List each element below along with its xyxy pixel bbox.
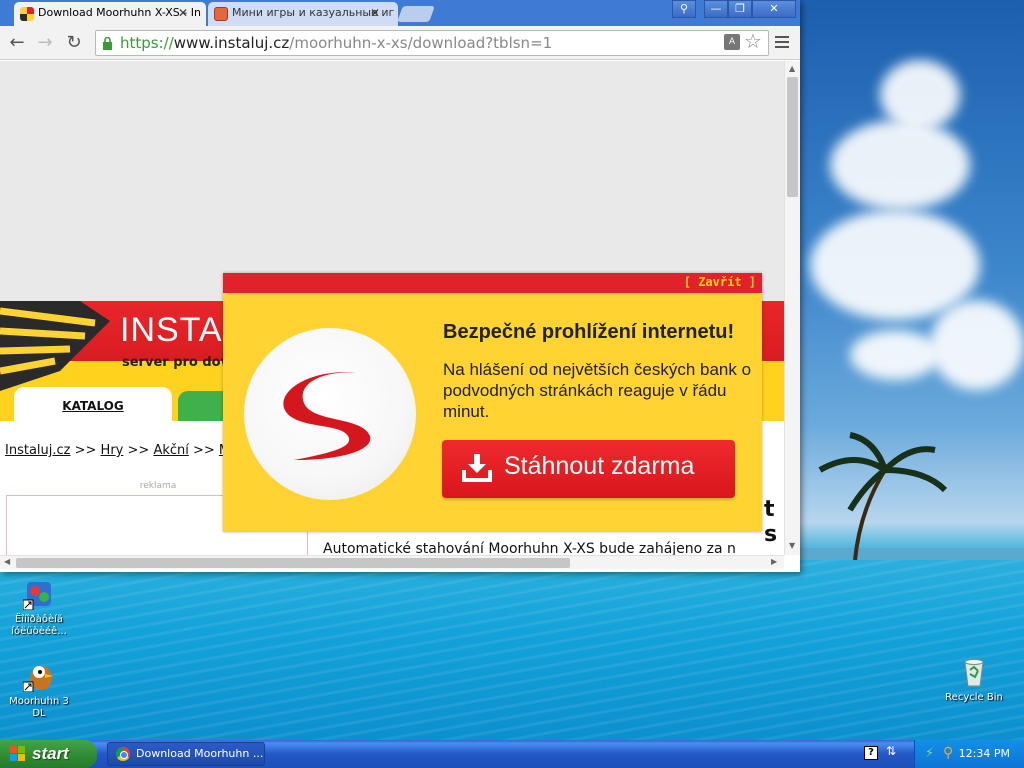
breadcrumb-link[interactable]: Hry (101, 443, 124, 458)
taskbar: start Download Moorhuhn ... ? ⇅ ⚡ ⚲ 12:3… (0, 740, 1024, 768)
close-tab-icon[interactable]: ✕ (178, 2, 188, 24)
reload-button[interactable]: ↻ (63, 32, 85, 54)
page-viewport: INSTALUJ server pro dow KATALOG Instaluj… (0, 61, 784, 555)
tab-strip: Download Moorhuhn X-XS - In ✕ Мини игры … (0, 0, 800, 26)
translate-icon[interactable]: A (724, 34, 740, 50)
s-logo-icon (244, 328, 416, 500)
cloud (810, 210, 980, 320)
taskbar-task-chrome[interactable]: Download Moorhuhn ... (107, 742, 265, 766)
chrome-icon (116, 747, 130, 761)
url-host: www.instaluj.cz (173, 34, 290, 52)
horizontal-scroll-thumb[interactable] (16, 558, 570, 568)
forward-button[interactable]: → (34, 32, 56, 54)
cloud (850, 330, 940, 380)
download-free-button[interactable]: Stáhnout zdarma (442, 440, 735, 498)
breadcrumb: Instaluj.cz >> Hry >> Akční >> M (5, 443, 230, 458)
taskbar-task-title: Download Moorhuhn ... (136, 747, 264, 760)
instaluj-logo-icon (0, 301, 110, 391)
vertical-scrollbar[interactable]: ▲ ▼ (784, 61, 800, 555)
desktop-icon-label: Moorhuhn 3 DL (9, 696, 69, 719)
promo-popup: [ Zavřít ] Bezpečné prohlížení internetu… (223, 273, 762, 532)
popup-close-link[interactable]: [ Zavřít ] (684, 275, 756, 289)
new-tab-button[interactable] (397, 6, 435, 22)
lock-icon (103, 37, 112, 50)
restore-button[interactable]: ❐ (728, 0, 752, 18)
popup-body: Na hlášení od největších českých bank o … (443, 360, 752, 421)
help-icon[interactable]: ? (864, 746, 878, 760)
cloud (930, 300, 1024, 390)
desktop-icon-label: Ëîíîðàôèíã íóëüòèéê... (11, 614, 67, 637)
moorhuhn-icon (22, 660, 55, 693)
bookmark-star-icon[interactable]: ☆ (744, 29, 762, 53)
reload-icon: ↻ (66, 32, 82, 53)
desktop-icon-shortcut[interactable]: Ëîíîðàôèíã íóëüòèéê... (2, 578, 76, 638)
recycle-bin-icon (958, 656, 990, 688)
back-arrow-icon: ← (9, 32, 25, 53)
connection-icon[interactable]: ⚡ (925, 746, 934, 761)
popup-heading: Bezpečné prohlížení internetu! (443, 321, 735, 343)
site-tagline: server pro dow (122, 355, 233, 370)
clock: 12:34 PM (958, 747, 1010, 760)
minimize-button[interactable]: — (704, 0, 728, 18)
profile-button[interactable]: ⚲ (672, 0, 696, 18)
start-button[interactable]: start (0, 740, 97, 768)
horizontal-scrollbar[interactable]: ◀ ▶ (0, 555, 784, 569)
browser-window: Download Moorhuhn X-XS - In ✕ Мини игры … (0, 0, 800, 572)
start-label: start (32, 744, 69, 763)
cloud (880, 60, 960, 130)
url-path: /moorhuhn-x-xs/download?tblsn=1 (289, 34, 553, 52)
download-message: Automatické stahování Moorhuhn X-XS bude… (323, 541, 736, 555)
tab-mini-games[interactable]: Мини игры и казуальные иг ✕ (208, 2, 398, 26)
cloud (830, 120, 970, 210)
desktop-icon-recycle-bin[interactable]: Recycle Bin (937, 656, 1011, 704)
desktop-icon-moorhuhn[interactable]: Moorhuhn 3 DL (2, 660, 76, 720)
browser-menu-icon[interactable] (775, 36, 789, 50)
close-tab-icon[interactable]: ✕ (370, 2, 380, 24)
download-button-label: Stáhnout zdarma (504, 452, 695, 480)
windows-logo-icon (10, 746, 26, 762)
tab-title: Download Moorhuhn X-XS - In (38, 6, 201, 19)
download-icon (462, 454, 492, 482)
breadcrumb-separator: >> (123, 443, 154, 458)
palm-tree-icon (818, 432, 948, 560)
address-bar[interactable]: https://www.instaluj.cz/moorhuhn-x-xs/do… (95, 30, 769, 56)
browser-toolbar: ← → ↻ https://www.instaluj.cz/moorhuhn-x… (0, 26, 800, 60)
system-tray: ⚡ ⚲ 12:34 PM (914, 740, 1024, 768)
forward-arrow-icon: → (37, 32, 53, 53)
tab-moorhuhn[interactable]: Download Moorhuhn X-XS - In ✕ (14, 2, 206, 26)
tab-katalog[interactable]: KATALOG (14, 387, 172, 423)
back-button[interactable]: ← (6, 32, 28, 54)
shortcut-app-icon (22, 578, 55, 611)
breadcrumb-link[interactable]: Instaluj.cz (5, 443, 70, 458)
breadcrumb-separator: >> (70, 443, 101, 458)
breadcrumb-link[interactable]: Akční (153, 443, 188, 458)
search-icon[interactable]: ⚲ (943, 745, 953, 761)
breadcrumb-separator: >> (188, 443, 219, 458)
popup-header: [ Zavřít ] (223, 273, 762, 293)
network-icon[interactable]: ⇅ (886, 744, 896, 758)
game-favicon-icon (214, 7, 228, 21)
url-scheme: https:// (120, 34, 174, 52)
close-window-button[interactable]: ✕ (752, 0, 796, 18)
desktop-icon-label: Recycle Bin (945, 692, 1003, 703)
scroll-up-icon[interactable]: ▲ (789, 64, 795, 73)
vertical-scroll-thumb[interactable] (787, 77, 798, 197)
person-icon: ⚲ (679, 2, 689, 15)
instaluj-favicon-icon (20, 7, 34, 21)
scroll-down-icon[interactable]: ▼ (789, 541, 795, 550)
scroll-left-icon[interactable]: ◀ (4, 557, 10, 566)
page-title-fragment: t s (764, 497, 778, 547)
sea (0, 560, 1024, 740)
scroll-right-icon[interactable]: ▶ (771, 557, 777, 566)
